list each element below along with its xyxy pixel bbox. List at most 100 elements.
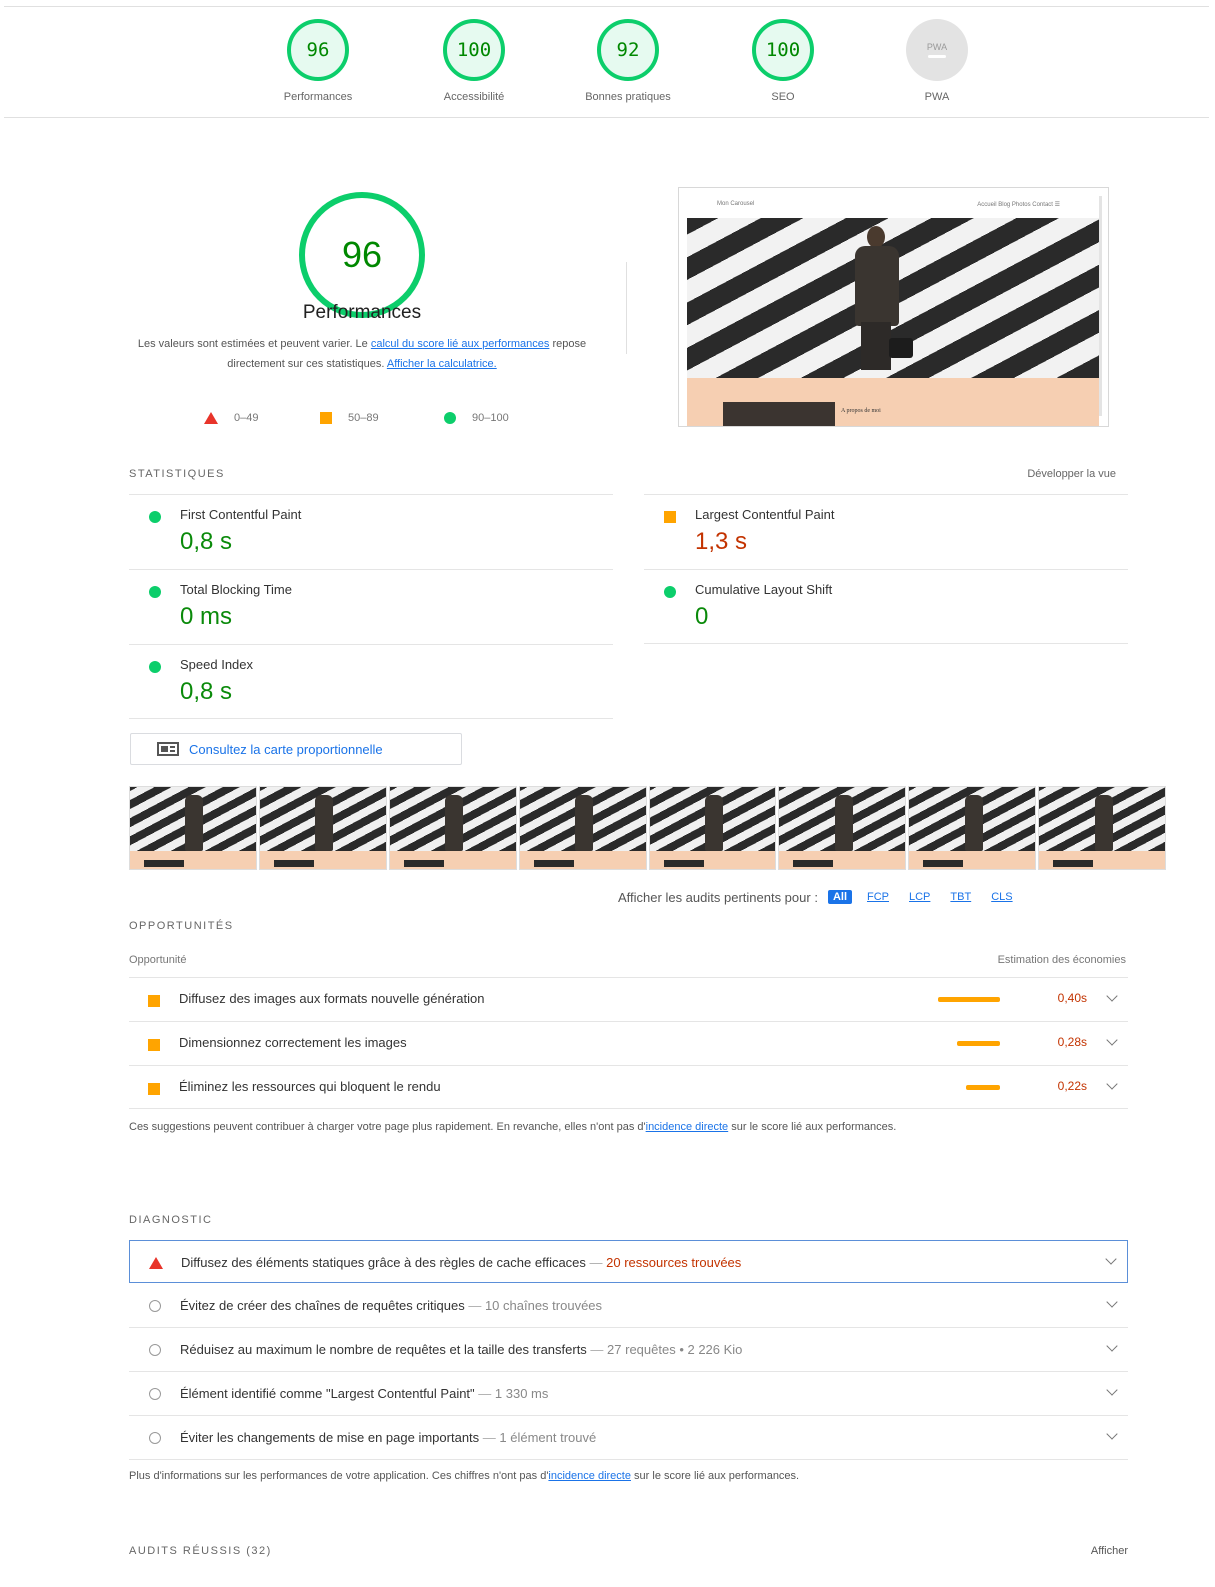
metric-name: First Contentful Paint bbox=[180, 507, 302, 522]
square-icon bbox=[320, 412, 332, 424]
gauge-accessibility-label: Accessibilité bbox=[443, 91, 505, 103]
score-calculation-link[interactable]: calcul du score lié aux performances bbox=[371, 338, 550, 350]
gauge-best-practices-label: Bonnes pratiques bbox=[585, 91, 671, 103]
metric-name: Largest Contentful Paint bbox=[695, 507, 835, 522]
circle-icon bbox=[444, 412, 456, 424]
view-treemap-button[interactable]: Consultez la carte proportionnelle bbox=[130, 733, 462, 765]
legend-good: 90–100 bbox=[444, 412, 509, 424]
desc-text-1: Les valeurs sont estimées et peuvent var… bbox=[137, 338, 371, 350]
chevron-down-icon[interactable] bbox=[1106, 1384, 1118, 1396]
good-status-icon bbox=[149, 661, 161, 673]
chevron-down-icon[interactable] bbox=[1106, 1034, 1118, 1046]
note-text-1: Ces suggestions peuvent contribuer à cha… bbox=[129, 1121, 646, 1133]
metric-speed-index: Speed Index 0,8 s bbox=[129, 644, 613, 719]
filter-chip-tbt[interactable]: TBT bbox=[945, 890, 976, 904]
gauge-best-practices-score: 92 bbox=[597, 19, 659, 81]
audit-filter: Afficher les audits pertinents pour : Al… bbox=[618, 888, 1018, 906]
diagnostic-detail: 1 élément trouvé bbox=[499, 1430, 597, 1445]
opportunity-name: Dimensionnez correctement les images bbox=[179, 1035, 407, 1050]
show-passed-audits-button[interactable]: Afficher bbox=[1050, 1545, 1128, 1557]
metric-value: 0,8 s bbox=[180, 528, 233, 555]
diagnostic-text: Élément identifié comme "Largest Content… bbox=[180, 1386, 549, 1401]
opportunity-name: Diffusez des images aux formats nouvelle… bbox=[179, 991, 485, 1006]
legend-average: 50–89 bbox=[320, 412, 379, 424]
filter-label: Afficher les audits pertinents pour : bbox=[618, 889, 818, 905]
legend-good-range: 90–100 bbox=[472, 412, 509, 424]
filter-chip-lcp[interactable]: LCP bbox=[904, 890, 935, 904]
metric-cls: Cumulative Layout Shift 0 bbox=[644, 569, 1128, 644]
savings-bar bbox=[966, 1085, 1000, 1090]
opportunity-name: Éliminez les ressources qui bloquent le … bbox=[179, 1079, 441, 1094]
note-text-1: Plus d'informations sur les performances… bbox=[129, 1470, 549, 1482]
chevron-down-icon[interactable] bbox=[1106, 1078, 1118, 1090]
diagnostic-text: Éviter les changements de mise en page i… bbox=[180, 1430, 597, 1445]
good-status-icon bbox=[149, 586, 161, 598]
chevron-down-icon[interactable] bbox=[1106, 1340, 1118, 1352]
chevron-down-icon[interactable] bbox=[1106, 1296, 1118, 1308]
opportunities-note: Ces suggestions peuvent contribuer à cha… bbox=[129, 1117, 1109, 1137]
gauge-accessibility-score: 100 bbox=[443, 19, 505, 81]
diagnostic-row-requests[interactable]: Réduisez au maximum le nombre de requête… bbox=[129, 1328, 1128, 1372]
good-status-icon bbox=[149, 511, 161, 523]
performance-score-gauge: 96 bbox=[299, 192, 425, 318]
diagnostic-name: Élément identifié comme "Largest Content… bbox=[180, 1386, 475, 1401]
filmstrip-frame bbox=[908, 786, 1037, 870]
average-status-icon bbox=[148, 995, 160, 1007]
gauge-pwa[interactable]: PWA PWA bbox=[872, 19, 1002, 103]
chevron-down-icon[interactable] bbox=[1105, 1253, 1117, 1265]
triangle-icon bbox=[204, 412, 218, 424]
diagnostic-row-lcp-element[interactable]: Élément identifié comme "Largest Content… bbox=[129, 1372, 1128, 1416]
metric-value: 0 ms bbox=[180, 603, 233, 630]
gauge-seo-score: 100 bbox=[752, 19, 814, 81]
calculator-link[interactable]: Afficher la calculatrice. bbox=[387, 358, 497, 370]
filmstrip-frame bbox=[388, 786, 517, 870]
diagnostic-row-critical-chains[interactable]: Évitez de créer des chaînes de requêtes … bbox=[129, 1284, 1128, 1328]
average-status-icon bbox=[664, 511, 676, 523]
opportunity-row[interactable]: Dimensionnez correctement les images 0,2… bbox=[129, 1021, 1128, 1065]
treemap-icon bbox=[157, 742, 179, 756]
filter-chip-fcp[interactable]: FCP bbox=[862, 890, 894, 904]
chevron-down-icon[interactable] bbox=[1106, 1428, 1118, 1440]
score-summary-bar: 96 Performances 100 Accessibilité 92 Bon… bbox=[4, 6, 1209, 118]
diagnostic-detail: 1 330 ms bbox=[494, 1386, 549, 1401]
walking-person-image bbox=[847, 226, 913, 376]
diagnostic-name: Éviter les changements de mise en page i… bbox=[180, 1430, 480, 1445]
diagnostic-name: Évitez de créer des chaînes de requêtes … bbox=[180, 1298, 465, 1313]
metric-value: 1,3 s bbox=[695, 528, 748, 555]
expand-view-toggle[interactable]: Développer la vue bbox=[970, 468, 1116, 480]
filmstrip-frame bbox=[778, 786, 907, 870]
filter-chip-cls[interactable]: CLS bbox=[986, 890, 1017, 904]
opportunity-row[interactable]: Diffusez des images aux formats nouvelle… bbox=[129, 977, 1128, 1021]
gauge-performance[interactable]: 96 Performances bbox=[253, 19, 383, 103]
info-circle-icon bbox=[149, 1344, 161, 1356]
diagnostic-row-layout-shift[interactable]: Éviter les changements de mise en page i… bbox=[129, 1416, 1128, 1460]
direct-impact-link[interactable]: incidence directe bbox=[646, 1121, 729, 1133]
fail-status-icon bbox=[149, 1257, 163, 1269]
note-text-2: sur le score lié aux performances. bbox=[728, 1121, 897, 1133]
chevron-down-icon[interactable] bbox=[1106, 990, 1118, 1002]
diagnostic-name: Réduisez au maximum le nombre de requête… bbox=[180, 1342, 587, 1357]
good-status-icon bbox=[664, 586, 676, 598]
diagnostic-row-cache[interactable]: Diffusez des éléments statiques grâce à … bbox=[129, 1240, 1128, 1283]
gauge-accessibility[interactable]: 100 Accessibilité bbox=[409, 19, 539, 103]
score-legend: 0–49 50–89 90–100 bbox=[200, 412, 560, 430]
filter-chip-all[interactable]: All bbox=[827, 890, 852, 904]
legend-bad: 0–49 bbox=[204, 412, 258, 424]
gauge-best-practices[interactable]: 92 Bonnes pratiques bbox=[563, 19, 693, 103]
direct-impact-link[interactable]: incidence directe bbox=[548, 1470, 631, 1482]
preview-brand: Mon Carousel bbox=[717, 201, 755, 207]
filmstrip-frame bbox=[648, 786, 777, 870]
preview-nav: Mon Carousel Accueil Blog Photos Contact… bbox=[679, 188, 1108, 218]
savings-value: 0,22s bbox=[1057, 1079, 1087, 1093]
performance-title: Performances bbox=[302, 302, 422, 323]
filmstrip bbox=[129, 786, 1166, 870]
average-status-icon bbox=[148, 1083, 160, 1095]
diagnostic-name: Diffusez des éléments statiques grâce à … bbox=[181, 1255, 586, 1270]
opportunity-row[interactable]: Éliminez les ressources qui bloquent le … bbox=[129, 1065, 1128, 1109]
gauge-seo[interactable]: 100 SEO bbox=[718, 19, 848, 103]
diagnostics-note: Plus d'informations sur les performances… bbox=[129, 1466, 1109, 1486]
preview-caption: A propos de moi bbox=[841, 408, 881, 414]
preview-hero-image bbox=[687, 218, 1099, 378]
metric-name: Total Blocking Time bbox=[180, 582, 292, 597]
final-screenshot[interactable]: Mon Carousel Accueil Blog Photos Contact… bbox=[678, 187, 1109, 427]
